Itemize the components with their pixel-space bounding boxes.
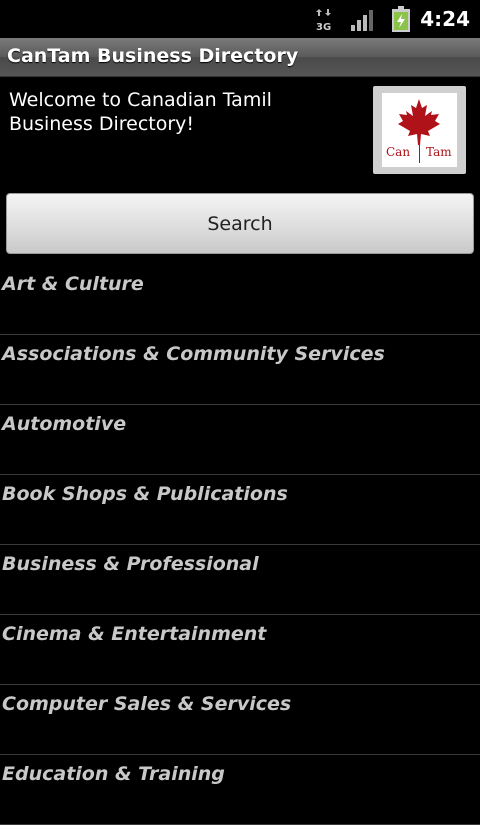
- category-label: Education & Training: [2, 763, 225, 785]
- category-label: Automotive: [2, 413, 127, 435]
- welcome-text: Welcome to Canadian Tamil Business Direc…: [9, 89, 272, 135]
- app-title: CanTam Business Directory: [7, 45, 299, 67]
- logo-divider: [419, 139, 420, 163]
- logo-left-text: Can: [386, 145, 411, 159]
- search-button[interactable]: Search: [6, 193, 474, 254]
- category-item-book-shops[interactable]: Book Shops & Publications: [0, 475, 480, 545]
- category-item-education-training[interactable]: Education & Training: [0, 755, 480, 825]
- category-item-automotive[interactable]: Automotive: [0, 405, 480, 475]
- network-3g-icon: 3G: [316, 9, 331, 32]
- category-item-art-culture[interactable]: Art & Culture: [0, 265, 480, 335]
- network-type-text: 3G: [316, 22, 331, 32]
- category-item-cinema-entertainment[interactable]: Cinema & Entertainment: [0, 615, 480, 685]
- logo-panel: Can Tam: [382, 93, 457, 167]
- category-label: Associations & Community Services: [2, 343, 385, 365]
- category-item-computer-sales[interactable]: Computer Sales & Services: [0, 685, 480, 755]
- status-bar: 3G 4:24: [0, 0, 480, 38]
- search-button-label: Search: [207, 213, 273, 235]
- category-list: Art & Culture Associations & Community S…: [0, 265, 480, 825]
- signal-strength-icon: [351, 10, 373, 31]
- category-item-associations[interactable]: Associations & Community Services: [0, 335, 480, 405]
- logo-right-text: Tam: [426, 145, 452, 159]
- battery-charging-icon: [392, 6, 410, 32]
- app-title-bar: CanTam Business Directory: [0, 38, 480, 77]
- status-clock: 4:24: [420, 7, 470, 31]
- app-logo: Can Tam: [373, 86, 466, 174]
- category-item-business-professional[interactable]: Business & Professional: [0, 545, 480, 615]
- category-label: Cinema & Entertainment: [2, 623, 267, 645]
- category-label: Business & Professional: [2, 553, 259, 575]
- category-label: Art & Culture: [2, 273, 144, 295]
- category-label: Book Shops & Publications: [2, 483, 288, 505]
- category-label: Computer Sales & Services: [2, 693, 292, 715]
